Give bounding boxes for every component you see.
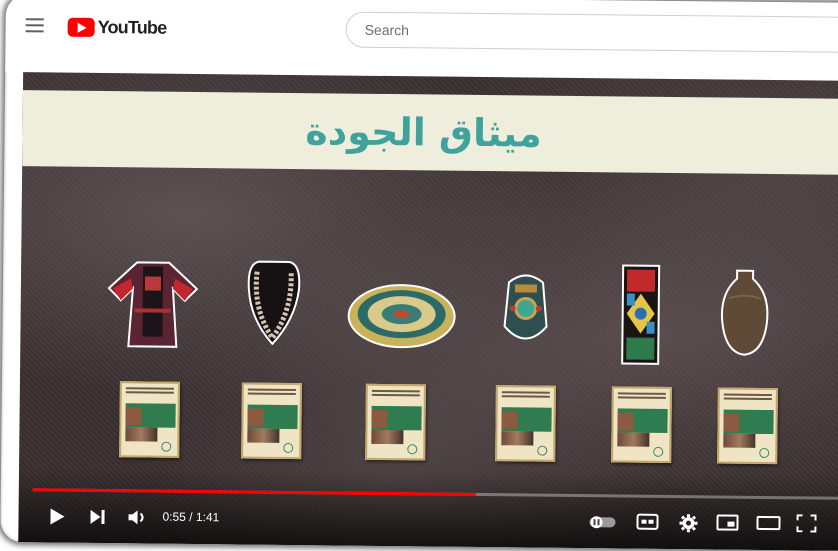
youtube-header: YouTube bbox=[5, 0, 838, 81]
booklet-cover[interactable] bbox=[717, 387, 778, 464]
ornament-box-image bbox=[498, 268, 553, 351]
ceramic-plate-image bbox=[346, 283, 457, 350]
booklet-cover[interactable] bbox=[241, 382, 302, 459]
booklet-cover[interactable] bbox=[611, 386, 672, 463]
search-box[interactable] bbox=[345, 12, 838, 54]
fullscreen-icon[interactable] bbox=[796, 514, 816, 532]
pottery-vase-image bbox=[716, 268, 773, 357]
time-display: 0:55 / 1:41 bbox=[162, 510, 219, 525]
volume-icon[interactable] bbox=[126, 507, 146, 527]
autoplay-toggle-icon[interactable] bbox=[588, 515, 616, 529]
player-controls: 0:55 / 1:41 bbox=[18, 496, 838, 549]
stained-glass-image bbox=[620, 263, 661, 365]
next-icon[interactable] bbox=[88, 507, 106, 527]
youtube-play-icon bbox=[68, 18, 95, 37]
youtube-logo[interactable]: YouTube bbox=[68, 17, 167, 39]
subtitles-icon[interactable] bbox=[636, 513, 658, 531]
settings-gear-icon[interactable] bbox=[678, 513, 698, 533]
title-banner: ميثاق الجودة bbox=[22, 90, 838, 175]
embroidered-dress-image bbox=[106, 258, 199, 351]
video-player[interactable]: ميثاق الجودة bbox=[18, 72, 838, 551]
play-icon[interactable] bbox=[48, 506, 66, 526]
theater-mode-icon[interactable] bbox=[756, 514, 780, 532]
logo-text: YouTube bbox=[98, 17, 167, 39]
hamburger-menu-icon[interactable] bbox=[26, 18, 44, 32]
booklet-cover[interactable] bbox=[119, 381, 180, 458]
video-title-text: ميثاق الجودة bbox=[305, 109, 542, 155]
booklet-row bbox=[19, 380, 838, 469]
booklet-cover[interactable] bbox=[365, 384, 426, 461]
artifact-row bbox=[20, 257, 838, 366]
search-input[interactable] bbox=[363, 21, 838, 44]
necklace-image bbox=[242, 259, 305, 352]
booklet-cover[interactable] bbox=[495, 385, 556, 462]
browser-window: YouTube ميثاق الجودة bbox=[0, 0, 838, 551]
miniplayer-icon[interactable] bbox=[716, 513, 738, 531]
